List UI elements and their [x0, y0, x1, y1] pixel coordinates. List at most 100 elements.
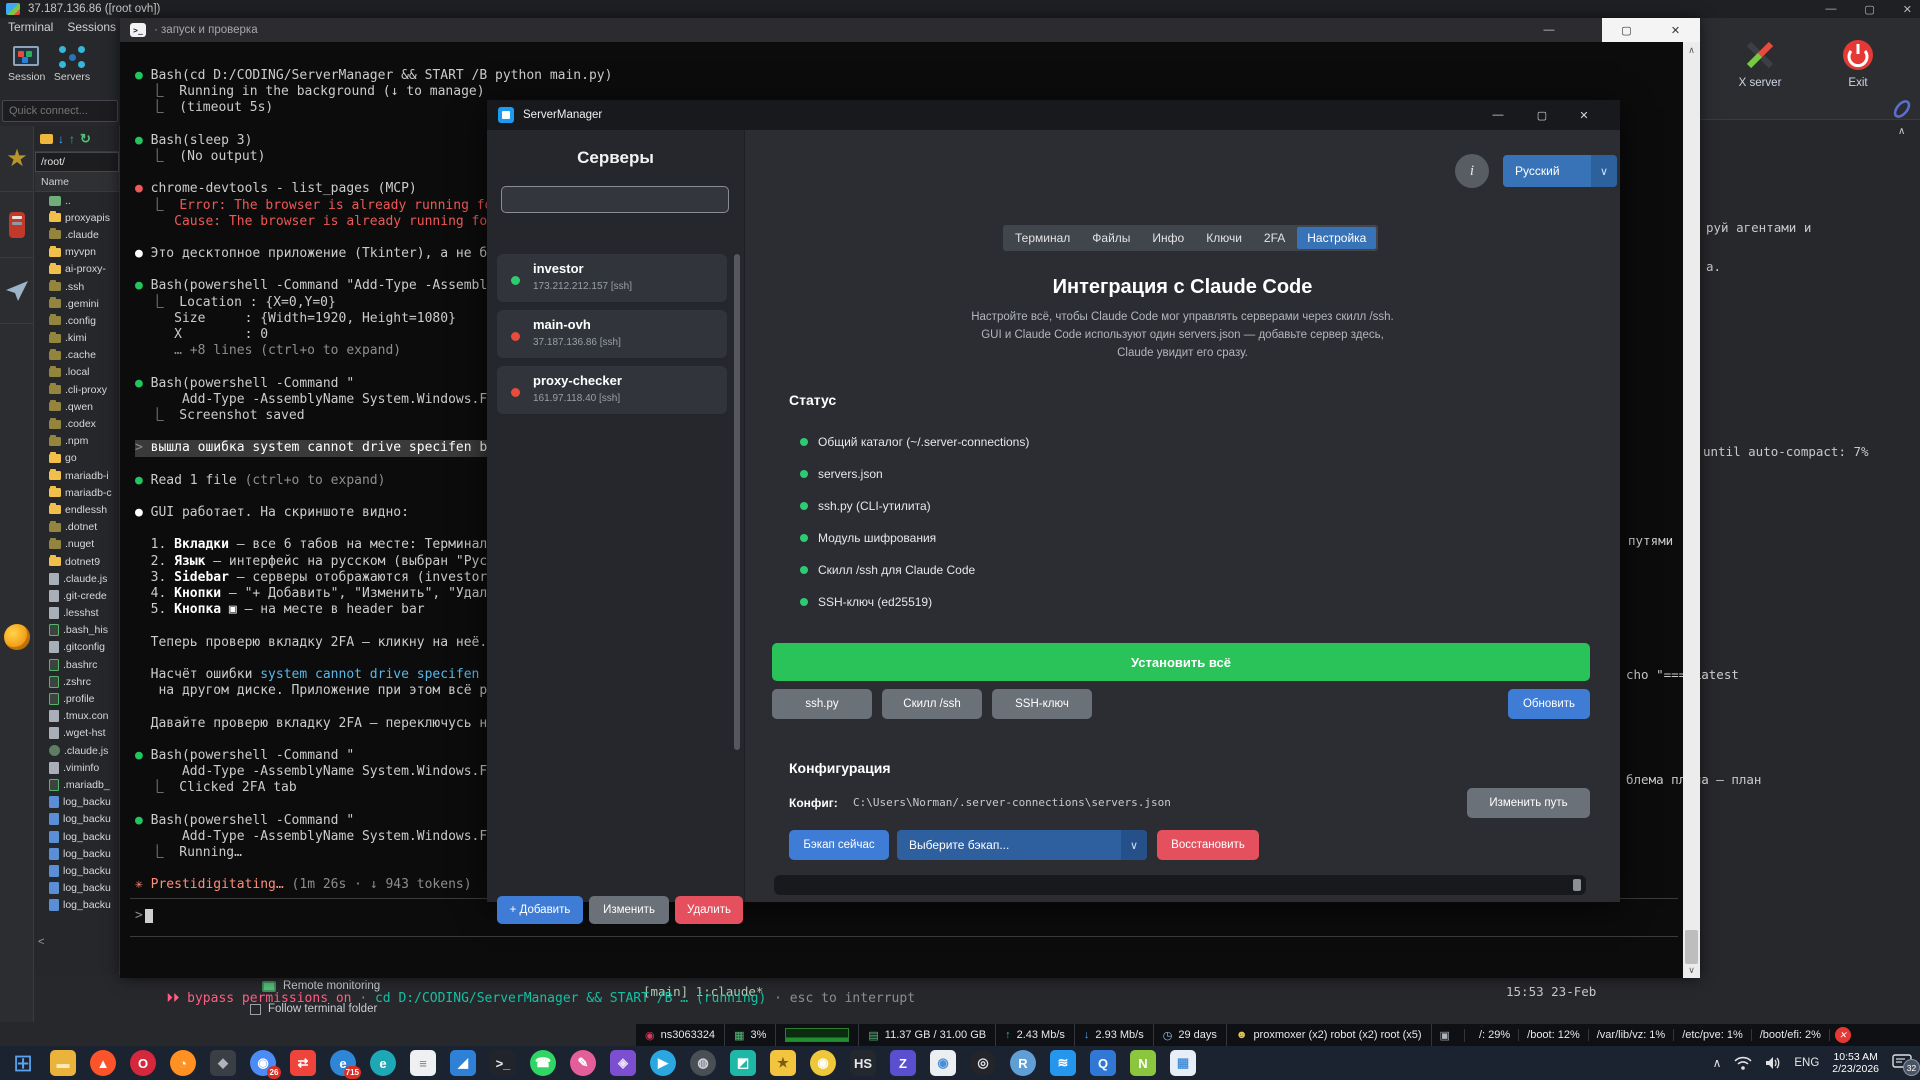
file-row[interactable]: .cache	[35, 347, 119, 364]
close-icon[interactable]: ✕	[1903, 3, 1912, 16]
tab[interactable]: Терминал	[1005, 227, 1080, 249]
server-card[interactable]: proxy-checker 161.97.118.40 [ssh]	[497, 366, 727, 414]
file-row[interactable]: .bash_his	[35, 622, 119, 639]
taskbar-icon[interactable]: ✎	[570, 1050, 596, 1076]
file-row[interactable]: .bashrc	[35, 656, 119, 673]
taskbar-icon[interactable]: ◈	[610, 1050, 636, 1076]
tab[interactable]: 2FA	[1254, 227, 1295, 249]
file-row[interactable]: ..	[35, 192, 119, 209]
send-plane-icon[interactable]	[0, 258, 34, 324]
tab[interactable]: Настройка	[1297, 227, 1377, 249]
taskbar-icon[interactable]: ⊞	[10, 1050, 36, 1077]
monitoring-close-button[interactable]: ✕	[1830, 1024, 1856, 1046]
taskbar-icon[interactable]: ◉	[810, 1050, 836, 1076]
taskbar-icon[interactable]: ▲	[90, 1050, 116, 1076]
taskbar-icon[interactable]: e	[370, 1050, 396, 1076]
terminal-titlebar[interactable]: >_ · запуск и проверка — ▢ ✕	[120, 18, 1700, 42]
taskbar-icon[interactable]: O	[130, 1050, 156, 1076]
taskbar-icon[interactable]: ≡	[410, 1050, 436, 1076]
taskbar-icon[interactable]: Q	[1090, 1050, 1116, 1076]
file-row[interactable]: mariadb-i	[35, 467, 119, 484]
file-row[interactable]: .gemini	[35, 295, 119, 312]
file-row[interactable]: .viminfo	[35, 759, 119, 776]
edit-server-button[interactable]: Изменить	[589, 896, 669, 924]
taskbar-icon[interactable]: ◉	[930, 1050, 956, 1076]
scroll-left-button[interactable]: <	[38, 936, 44, 948]
file-row[interactable]: log_backu	[35, 862, 119, 879]
component-install-button[interactable]: SSH-ключ	[992, 689, 1092, 719]
taskbar-icon[interactable]: ◔	[170, 1050, 196, 1076]
file-row[interactable]: go	[35, 450, 119, 467]
file-row[interactable]: .kimi	[35, 330, 119, 347]
taskbar-icon[interactable]: ☎	[530, 1050, 556, 1076]
file-row[interactable]: .local	[35, 364, 119, 381]
scroll-down-icon[interactable]: ∨	[1683, 962, 1700, 978]
backup-select-dropdown[interactable]: Выберите бэкап... ∨	[897, 830, 1147, 860]
terminal-scrollbar[interactable]: ∧ ∨	[1683, 42, 1700, 978]
tab[interactable]: Ключи	[1196, 227, 1252, 249]
file-row[interactable]: myvpn	[35, 244, 119, 261]
menu-item[interactable]: Sessions	[67, 20, 116, 34]
refresh-icon[interactable]: ↻	[80, 131, 91, 147]
file-row[interactable]: mariadb-c	[35, 484, 119, 501]
tab[interactable]: Инфо	[1142, 227, 1194, 249]
file-row[interactable]: .zshrc	[35, 673, 119, 690]
component-install-button[interactable]: ssh.py	[772, 689, 872, 719]
taskbar-icon[interactable]: ⇄	[290, 1050, 316, 1076]
file-row[interactable]: .lesshst	[35, 605, 119, 622]
file-row[interactable]: log_backu	[35, 794, 119, 811]
file-row[interactable]: .mariadb_	[35, 776, 119, 793]
file-row[interactable]: .config	[35, 312, 119, 329]
toolbar-session-button[interactable]: Session	[8, 46, 45, 83]
taskbar-icon[interactable]: ◍	[690, 1050, 716, 1076]
file-row[interactable]: .tmux.con	[35, 708, 119, 725]
file-row[interactable]: dotnet9	[35, 553, 119, 570]
quick-connect-input[interactable]	[2, 100, 118, 122]
backup-now-button[interactable]: Бэкап сейчас	[789, 830, 889, 860]
component-install-button[interactable]: Скилл /ssh	[882, 689, 982, 719]
file-row[interactable]: .git-crede	[35, 587, 119, 604]
terminal-minimize-icon[interactable]: —	[1526, 18, 1572, 42]
sm-close-icon[interactable]: ✕	[1562, 100, 1606, 130]
upload-icon[interactable]: ↑	[69, 132, 75, 146]
tab[interactable]: Файлы	[1082, 227, 1140, 249]
file-row[interactable]: log_backu	[35, 845, 119, 862]
tray-clock[interactable]: 10:53 AM 2/23/2026	[1832, 1051, 1879, 1075]
language-dropdown[interactable]: Русский ∨	[1503, 155, 1617, 187]
terminal-close-icon[interactable]: ✕	[1651, 18, 1700, 42]
file-row[interactable]: .claude.js	[35, 742, 119, 759]
install-all-button[interactable]: Установить всё	[772, 643, 1590, 681]
file-row[interactable]: .wget-hst	[35, 725, 119, 742]
tools-knife-icon[interactable]	[0, 192, 34, 258]
file-row[interactable]: .nuget	[35, 536, 119, 553]
add-server-button[interactable]: + Добавить	[497, 896, 583, 924]
file-row[interactable]: log_backu	[35, 828, 119, 845]
server-search-input[interactable]	[501, 186, 729, 213]
x-server-button[interactable]: X server	[1738, 38, 1782, 89]
file-row[interactable]: .dotnet	[35, 519, 119, 536]
paperclip-icon[interactable]	[1892, 98, 1912, 120]
file-row[interactable]: log_backu	[35, 897, 119, 914]
scrollbar-thumb[interactable]	[1685, 930, 1698, 964]
taskbar-icon[interactable]: HS	[850, 1050, 876, 1076]
taskbar-icon[interactable]: ◢	[450, 1050, 476, 1076]
terminal-maximize-icon[interactable]: ▢	[1602, 18, 1651, 42]
download-icon[interactable]: ↓	[58, 132, 64, 146]
file-row[interactable]: .ssh	[35, 278, 119, 295]
name-column-header[interactable]: Name	[35, 172, 119, 192]
file-row[interactable]: .codex	[35, 415, 119, 432]
info-button[interactable]: i	[1455, 154, 1489, 188]
wifi-icon[interactable]	[1734, 1056, 1752, 1070]
taskbar-icon[interactable]: ▶	[650, 1050, 676, 1076]
current-path[interactable]: /root/	[35, 152, 119, 172]
refresh-button[interactable]: Обновить	[1508, 689, 1590, 719]
taskbar-icon[interactable]: R	[1010, 1050, 1036, 1076]
file-row[interactable]: endlessh	[35, 501, 119, 518]
notification-center-button[interactable]: 32	[1892, 1054, 1920, 1076]
taskbar-icon[interactable]: ★	[770, 1050, 796, 1076]
file-row[interactable]: proxyapis	[35, 209, 119, 226]
taskbar-icon[interactable]: N	[1130, 1050, 1156, 1076]
scroll-up-icon[interactable]: ∧	[1683, 42, 1700, 58]
taskbar-icon[interactable]: e 715	[330, 1050, 361, 1079]
menu-item[interactable]: Terminal	[8, 20, 53, 34]
